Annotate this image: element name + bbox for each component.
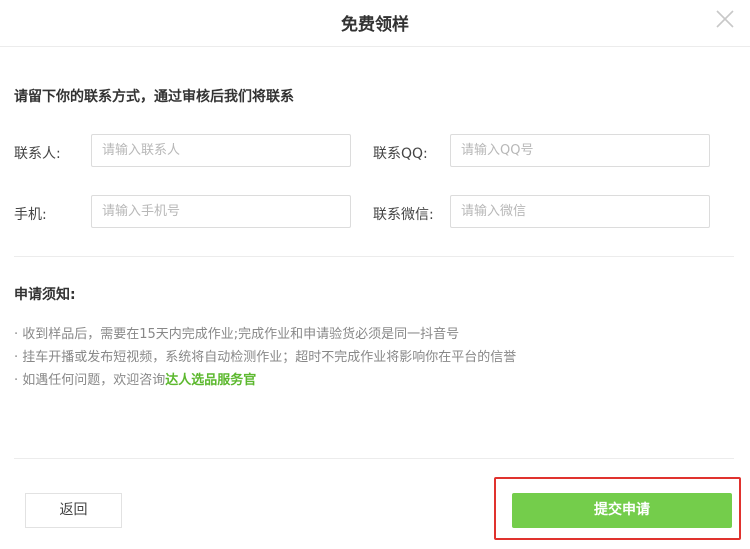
wechat-label: 联系微信: bbox=[373, 207, 434, 223]
contact-qq-input[interactable] bbox=[450, 134, 710, 167]
contact-name-input[interactable] bbox=[91, 134, 351, 167]
wechat-input[interactable] bbox=[450, 195, 710, 228]
notice-title: 申请须知: bbox=[14, 287, 76, 303]
submit-application-button[interactable]: 提交申请 bbox=[512, 493, 732, 528]
footer-divider bbox=[14, 458, 734, 459]
phone-input[interactable] bbox=[91, 195, 351, 228]
notice-item-contact: · 如遇任何问题，欢迎咨询达人选品服务官 bbox=[14, 369, 516, 392]
phone-label: 手机: bbox=[14, 207, 47, 223]
dialog-header: 免费领样 bbox=[0, 0, 750, 47]
free-sample-dialog: 免费领样 请留下你的联系方式，通过审核后我们将联系 联系人: 联系QQ: 手机:… bbox=[0, 0, 750, 549]
notice-item: · 收到样品后，需要在15天内完成作业;完成作业和申请验货必须是同一抖音号 bbox=[14, 327, 460, 342]
contact-prefix: · 如遇任何问题，欢迎咨询 bbox=[14, 373, 166, 388]
form-divider bbox=[14, 256, 734, 257]
contact-name-label: 联系人: bbox=[14, 146, 61, 162]
contact-qq-label: 联系QQ: bbox=[373, 146, 428, 162]
service-officer-link[interactable]: 达人选品服务官 bbox=[165, 373, 256, 388]
notice-item: · 挂车开播或发布短视频，系统将自动检测作业；超时不完成作业将影响你在平台的信誉 bbox=[14, 350, 517, 365]
close-icon[interactable] bbox=[714, 8, 736, 30]
dialog-title: 免费领样 bbox=[341, 15, 409, 35]
back-button[interactable]: 返回 bbox=[25, 493, 122, 528]
notice-list: · 收到样品后，需要在15天内完成作业;完成作业和申请验货必须是同一抖音号 · … bbox=[14, 323, 516, 392]
form-intro: 请留下你的联系方式，通过审核后我们将联系 bbox=[14, 89, 294, 105]
